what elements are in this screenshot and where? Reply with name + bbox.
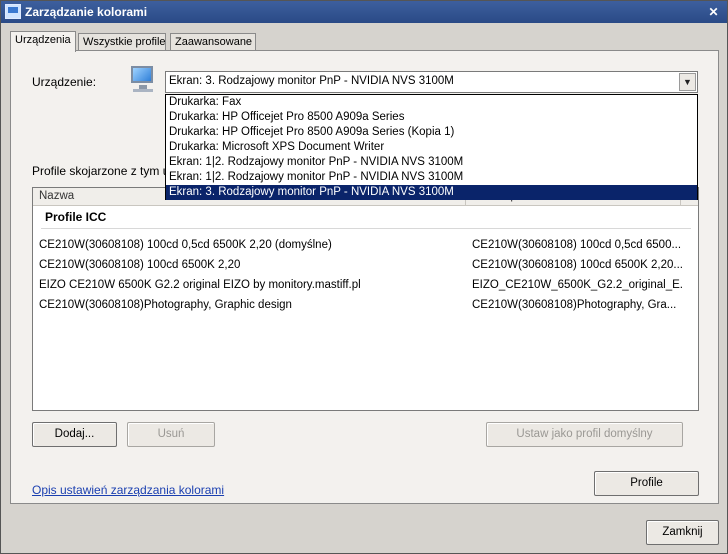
set-default-profile-button[interactable]: Ustaw jako profil domyślny [486,422,683,447]
dropdown-option-selected[interactable]: Ekran: 3. Rodzajowy monitor PnP - NVIDIA… [166,185,697,200]
color-management-help-link[interactable]: Opis ustawień zarządzania kolorami [32,483,224,497]
table-row[interactable]: CE210W(30608108) 100cd 6500K 2,20 CE210W… [33,256,698,276]
group-title: Profile ICC [45,210,107,224]
profile-filename: CE210W(30608108) 100cd 6500K 2,20.... [472,259,682,271]
add-button[interactable]: Dodaj... [32,422,117,447]
device-select[interactable]: Ekran: 3. Rodzajowy monitor PnP - NVIDIA… [165,71,698,93]
table-row[interactable]: EIZO CE210W 6500K G2.2 original EIZO by … [33,276,698,296]
monitor-icon [128,64,158,96]
tab-all-profiles[interactable]: Wszystkie profile [78,33,166,51]
profiles-button[interactable]: Profile [594,471,699,496]
tab-devices[interactable]: Urządzenia [10,31,76,52]
dropdown-option[interactable]: Ekran: 1|2. Rodzajowy monitor PnP - NVID… [166,170,697,185]
title-close-icon[interactable]: ✕ [706,5,721,19]
profile-name: EIZO CE210W 6500K G2.2 original EIZO by … [39,279,361,291]
title-bar: Zarządzanie kolorami ✕ [1,1,727,23]
profile-filename: CE210W(30608108) 100cd 0,5cd 6500... [472,239,682,251]
device-select-value: Ekran: 3. Rodzajowy monitor PnP - NVIDIA… [169,75,454,87]
chevron-down-icon[interactable]: ▼ [679,73,696,91]
profile-filename: CE210W(30608108)Photography, Gra... [472,299,677,311]
column-header-name[interactable]: Nazwa [39,190,74,202]
profile-filename: EIZO_CE210W_6500K_G2.2_original_E... [472,279,682,291]
color-management-window: Zarządzanie kolorami ✕ Urządzenia Wszyst… [0,0,728,554]
dropdown-option[interactable]: Drukarka: Microsoft XPS Document Writer [166,140,697,155]
profile-name: CE210W(30608108)Photography, Graphic des… [39,299,292,311]
group-divider [41,228,691,229]
remove-button[interactable]: Usuń [127,422,215,447]
close-button[interactable]: Zamknij [646,520,719,545]
tab-advanced[interactable]: Zaawansowane [170,33,256,51]
profile-name: CE210W(30608108) 100cd 0,5cd 6500K 2,20 … [39,239,332,251]
table-row[interactable]: CE210W(30608108)Photography, Graphic des… [33,296,698,316]
dropdown-option[interactable]: Drukarka: Fax [166,95,697,110]
dropdown-option[interactable]: Drukarka: HP Officejet Pro 8500 A909a Se… [166,125,697,140]
profile-name: CE210W(30608108) 100cd 6500K 2,20 [39,259,241,271]
profiles-list[interactable]: Nazwa Nazwa pliku Profile ICC CE210W(306… [32,187,699,411]
associated-profiles-label: Profile skojarzone z tym u [32,164,170,178]
color-management-app-icon [5,4,21,19]
device-dropdown-list[interactable]: Drukarka: Fax Drukarka: HP Officejet Pro… [165,94,698,200]
device-label: Urządzenie: [32,75,97,89]
dropdown-option[interactable]: Drukarka: HP Officejet Pro 8500 A909a Se… [166,110,697,125]
table-row[interactable]: CE210W(30608108) 100cd 0,5cd 6500K 2,20 … [33,236,698,256]
window-title: Zarządzanie kolorami [25,5,148,19]
dropdown-option[interactable]: Ekran: 1|2. Rodzajowy monitor PnP - NVID… [166,155,697,170]
